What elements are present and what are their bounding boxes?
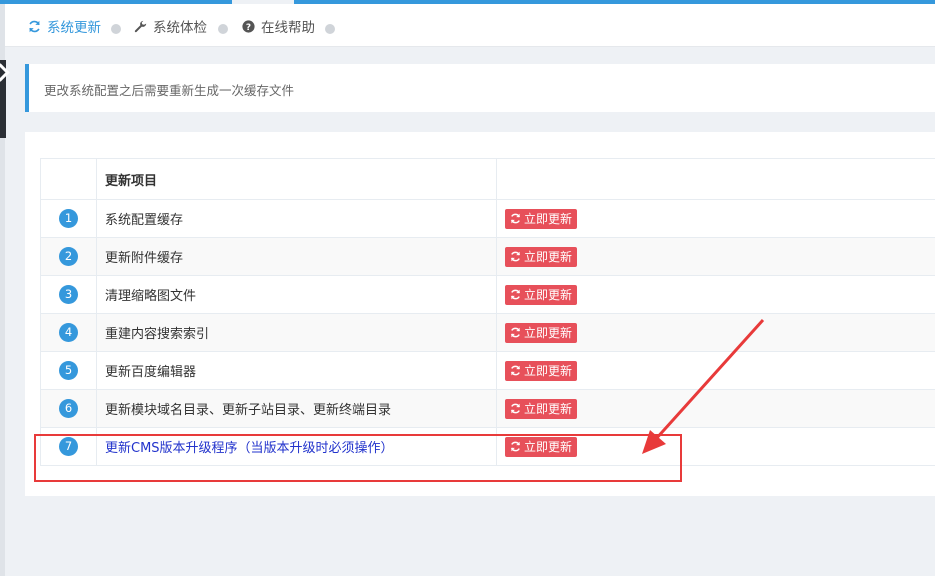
annotation-arrow xyxy=(642,318,765,454)
